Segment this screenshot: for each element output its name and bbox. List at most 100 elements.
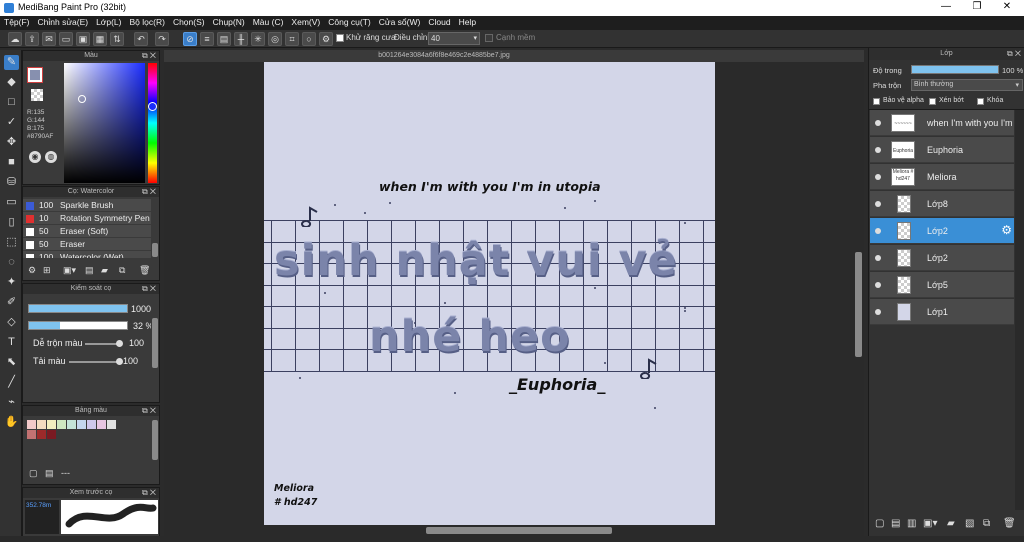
eye-icon[interactable] <box>875 282 881 288</box>
chat-icon[interactable]: ▭ <box>59 32 73 46</box>
palette-swatch[interactable] <box>87 420 96 429</box>
brush-scrollbar[interactable] <box>151 199 159 262</box>
transparent-swatch[interactable] <box>31 89 43 101</box>
palette-swatch[interactable] <box>37 420 46 429</box>
magic-wand-icon[interactable]: ✦ <box>4 275 19 290</box>
brush-opacity-bar[interactable] <box>28 321 128 330</box>
palette-swatch[interactable] <box>37 430 46 439</box>
brush-item[interactable]: 100 Watercolor (Wet) <box>23 251 151 259</box>
layer-item[interactable]: Lớp2 <box>870 245 1014 271</box>
lock-checkbox[interactable] <box>977 98 984 105</box>
brush-copy-icon[interactable]: ▤ <box>85 265 94 276</box>
trash-icon[interactable]: 🗑 <box>1003 518 1016 529</box>
saturation-value-picker[interactable] <box>64 63 145 183</box>
layer-item-selected[interactable]: Lớp2 ⚙ <box>870 218 1014 244</box>
brush-item[interactable]: 50 Eraser (Soft) <box>23 225 151 238</box>
palette-swatch[interactable] <box>47 430 56 439</box>
canvas-hscroll-thumb[interactable] <box>426 527 612 534</box>
redo-icon[interactable]: ↷ <box>155 32 169 46</box>
close-icon[interactable]: ⧉ ✕ <box>1007 48 1021 60</box>
add-brush-icon[interactable]: ⊞ <box>43 265 51 276</box>
palette-swatch[interactable] <box>107 420 116 429</box>
menu-tools[interactable]: Công cụ(T) <box>324 16 375 28</box>
hue-slider[interactable] <box>148 63 157 183</box>
palette-icon[interactable]: ◉ <box>29 151 41 163</box>
menu-layer[interactable]: Lớp(L) <box>92 16 125 28</box>
close-button[interactable]: ✕ <box>1000 1 1014 12</box>
brush-control-scroll-thumb[interactable] <box>152 318 158 368</box>
duplicate-layer-icon[interactable]: ⧉ <box>983 518 990 529</box>
eyedropper-icon[interactable]: ⌁ <box>4 395 19 410</box>
delete-palette-icon[interactable]: ▤ <box>45 468 54 479</box>
undo-icon[interactable]: ↶ <box>134 32 148 46</box>
new-layer-icon[interactable]: ▢ <box>875 518 884 529</box>
select-eraser-icon[interactable]: ◇ <box>4 315 19 330</box>
protect-alpha-checkbox[interactable] <box>873 98 880 105</box>
snap-grid-icon[interactable]: ▤ <box>217 32 231 46</box>
close-icon[interactable]: ⧉ ✕ <box>142 187 156 197</box>
menu-cloud[interactable]: Cloud <box>424 16 454 28</box>
gear-icon[interactable]: ⚙ <box>1001 223 1012 237</box>
eye-icon[interactable] <box>875 174 881 180</box>
layer-item[interactable]: Meliora # hd247 Meliora <box>870 164 1014 190</box>
grid-icon[interactable]: ▦ <box>93 32 107 46</box>
frame-tool-icon[interactable]: ▭ <box>4 195 19 210</box>
select-pen-icon[interactable]: ✐ <box>4 295 19 310</box>
blend-mode-select[interactable]: Bình thường ▾ <box>911 79 1023 91</box>
sv-cursor[interactable] <box>78 95 86 103</box>
hand-tool-icon[interactable]: ✋ <box>4 415 19 430</box>
brush-folder-icon[interactable]: ▰ <box>101 265 108 276</box>
comment-icon[interactable]: ✉ <box>42 32 56 46</box>
adjust-select[interactable]: 40 ▾ <box>428 32 480 45</box>
layer-item[interactable]: Euphoria Euphoria <box>870 137 1014 163</box>
brush-tool-icon[interactable]: ✎ <box>4 55 19 70</box>
brush-scroll-thumb[interactable] <box>152 243 158 257</box>
palette-swatch[interactable] <box>77 420 86 429</box>
layer-folder-icon[interactable]: ▰ <box>947 518 955 529</box>
clipping-checkbox[interactable] <box>929 98 936 105</box>
layer-item[interactable]: Lớp8 <box>870 191 1014 217</box>
brush-item[interactable]: 10 Rotation Symmetry Pen <box>23 212 151 225</box>
lasso-tool-icon[interactable]: ◌ <box>4 255 19 270</box>
rect-tool-icon[interactable]: □ <box>4 95 19 110</box>
layer-scrollbar[interactable] <box>1015 110 1024 510</box>
menu-file[interactable]: Tệp(F) <box>0 16 34 28</box>
menu-view[interactable]: Xem(V) <box>287 16 324 28</box>
brush-item[interactable]: 50 Eraser <box>23 238 151 251</box>
close-icon[interactable]: ⧉ ✕ <box>142 284 156 294</box>
snap-cross-icon[interactable]: ╫ <box>234 32 248 46</box>
layer-item[interactable]: Lớp1 <box>870 299 1014 325</box>
palette-swatch[interactable] <box>97 420 106 429</box>
sort-icon[interactable]: ⇅ <box>110 32 124 46</box>
palette-scrollbar[interactable] <box>151 418 159 463</box>
eye-icon[interactable] <box>875 147 881 153</box>
antialias-checkbox[interactable] <box>336 34 344 42</box>
divide-tool-icon[interactable]: ╱ <box>4 375 19 390</box>
edge-checkbox[interactable] <box>485 34 493 42</box>
maximize-button[interactable]: ❐ <box>970 1 984 12</box>
eraser-tool-icon[interactable]: ◆ <box>4 75 19 90</box>
menu-color[interactable]: Màu (C) <box>249 16 288 28</box>
fill-shape-icon[interactable]: ■ <box>4 155 19 170</box>
document-tab[interactable]: b001264e3084a6f6f8e469c2e4885be7.jpg <box>164 50 864 62</box>
bucket-tool-icon[interactable]: ⛁ <box>4 175 19 190</box>
eye-icon[interactable] <box>875 228 881 234</box>
merge-down-icon[interactable]: ▧ <box>965 518 974 529</box>
reload-slider-knob[interactable] <box>116 358 123 365</box>
layer-item[interactable]: Lớp5 <box>870 272 1014 298</box>
palette-swatch[interactable] <box>27 430 36 439</box>
brush-control-scrollbar[interactable] <box>151 298 159 388</box>
menu-edit[interactable]: Chỉnh sửa(E) <box>34 16 93 28</box>
canvas-vscroll[interactable] <box>854 62 863 528</box>
close-icon[interactable]: ⧉ ✕ <box>142 406 156 416</box>
reload-slider[interactable] <box>69 361 119 363</box>
trash-icon[interactable]: 🗑 <box>139 265 150 276</box>
operation-tool-icon[interactable]: ⬉ <box>4 355 19 370</box>
close-icon[interactable]: ⧉ ✕ <box>142 51 156 61</box>
menu-help[interactable]: Help <box>455 16 480 28</box>
export-icon[interactable]: ⇪ <box>25 32 39 46</box>
brush-size-bar[interactable] <box>28 304 128 313</box>
brush-settings-icon[interactable]: ⚙ <box>28 265 36 276</box>
snap-setting-icon[interactable]: ⚙ <box>319 32 333 46</box>
artwork-canvas[interactable]: when I'm with you I'm in utopia sinh nhậ… <box>264 62 715 525</box>
